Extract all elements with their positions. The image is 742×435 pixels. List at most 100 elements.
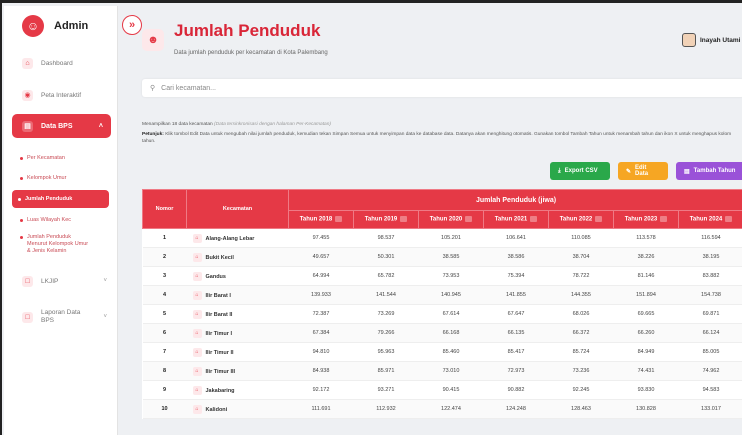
remove-year-icon[interactable]: [660, 216, 668, 223]
avatar: [682, 33, 696, 47]
submenu-label: Jumlah Penduduk: [25, 196, 73, 202]
column-header-year: Tahun 2023: [613, 210, 679, 229]
page-header: ☻ Jumlah Penduduk Data jumlah penduduk p…: [142, 21, 742, 61]
table-row: 2 ⌂ Bukit Kecil 49.657 50.301 38.585 38.586 38.…: [142, 247, 742, 267]
submenu-item-per-kecamatan[interactable]: Per Kecamatan: [20, 148, 117, 168]
row-number: 6: [142, 323, 187, 343]
remove-year-icon[interactable]: [595, 216, 603, 223]
sidebar-item-laporan[interactable]: □ Laporan Data BPS ˅: [4, 300, 117, 334]
year-label: Tahun 2018: [299, 216, 333, 223]
kecamatan-cell: ⌂ Ilir Barat II: [186, 304, 289, 324]
population-cell: 85.460: [418, 342, 484, 362]
submenu-label: Per Kecamatan: [27, 155, 65, 161]
kecamatan-name: Ilir Timur III: [205, 368, 236, 375]
remove-year-icon[interactable]: [465, 216, 473, 223]
chevron-down-icon: ˅: [103, 278, 107, 284]
column-header-year: Tahun 2019: [353, 210, 419, 229]
add-year-button[interactable]: ▤ Tambah Tahun: [676, 162, 742, 180]
row-number: 9: [142, 380, 187, 400]
population-cell: 106.641: [483, 228, 549, 248]
population-cell: 38.226: [613, 247, 679, 267]
population-cell: 154.738: [678, 285, 742, 305]
row-number: 8: [142, 361, 187, 381]
user-menu[interactable]: Inayah Utami: [682, 33, 740, 47]
population-cell: 72.387: [288, 304, 354, 324]
population-cell: 74.962: [678, 361, 742, 381]
year-label: Tahun 2024: [689, 216, 723, 223]
population-cell: 66.372: [548, 323, 614, 343]
kecamatan-name: Gandus: [205, 273, 226, 280]
submenu-label: Luas Wilayah Kec: [27, 217, 72, 223]
population-cell: 69.665: [613, 304, 679, 324]
sidebar-item-label: Dashboard: [41, 59, 73, 67]
kecamatan-name: Jakabaring: [205, 387, 235, 394]
sidebar-toggle-button[interactable]: »: [122, 15, 142, 35]
bullet-icon: [20, 156, 23, 160]
sidebar-item-label: Peta Interaktif: [41, 91, 82, 99]
sidebar-item-label: Data BPS: [41, 122, 73, 130]
submenu-item-penduduk-kelompok-umur[interactable]: Jumlah Penduduk Menurut Kelompok Umur & …: [20, 230, 117, 262]
kecamatan-name: Ilir Timur II: [205, 349, 234, 356]
population-cell: 73.269: [353, 304, 419, 324]
population-cell: 128.463: [548, 399, 614, 419]
sidebar-nav: ⌂ Dashboard ◉ Peta Interaktif ▤ Data BPS…: [4, 46, 117, 148]
kecamatan-cell: ⌂ Jakabaring: [186, 380, 289, 400]
download-icon: ⤓: [558, 167, 561, 174]
population-cell: 75.394: [483, 266, 549, 286]
submenu-label: Kelompok Umur: [27, 175, 67, 181]
sidebar-item-data-bps[interactable]: ▤ Data BPS ˄: [12, 114, 111, 138]
kecamatan-name: Alang-Alang Lebar: [205, 235, 255, 242]
population-table: Nomor Kecamatan Jumlah Penduduk (jiwa) T…: [142, 189, 742, 419]
search-icon: ⚲: [150, 85, 156, 92]
sidebar-nav-bottom: □ LKJIP ˅ □ Laporan Data BPS ˅: [4, 262, 117, 344]
kecamatan-name: Ilir Barat I: [205, 292, 231, 299]
population-cell: 93.271: [353, 380, 419, 400]
population-cell: 84.949: [613, 342, 679, 362]
remove-year-icon[interactable]: [725, 216, 733, 223]
remove-year-icon[interactable]: [335, 216, 343, 223]
button-label: Tambah Tahun: [693, 168, 736, 174]
search-input[interactable]: ⚲ Cari kecamatan...: [142, 79, 742, 97]
column-header-year: Tahun 2020: [418, 210, 484, 229]
submenu-item-luas-wilayah[interactable]: Luas Wilayah Kec: [20, 210, 117, 230]
population-cell: 93.830: [613, 380, 679, 400]
kecamatan-cell: ⌂ Ilir Timur II: [186, 342, 289, 362]
district-icon: ⌂: [192, 233, 202, 243]
population-cell: 66.260: [613, 323, 679, 343]
kecamatan-cell: ⌂ Ilir Timur III: [186, 361, 289, 381]
table-row: 10 ⌂ Kalidoni 111.691 112.932 122.474 124.248 1…: [142, 399, 742, 419]
population-cell: 85.971: [353, 361, 419, 381]
year-label: Tahun 2021: [494, 216, 528, 223]
row-number: 3: [142, 266, 187, 286]
sidebar-item-lkjip[interactable]: □ LKJIP ˅: [4, 268, 117, 294]
population-cell: 122.474: [418, 399, 484, 419]
population-cell: 92.172: [288, 380, 354, 400]
sidebar-item-peta[interactable]: ◉ Peta Interaktif: [4, 82, 117, 108]
kecamatan-cell: ⌂ Ilir Barat I: [186, 285, 289, 305]
user-logo-icon: ☺: [22, 15, 44, 37]
sync-note: (Data tersinkronisasi dengan halaman Per…: [214, 122, 331, 127]
row-number: 1: [142, 228, 187, 248]
user-name: Inayah Utami: [700, 36, 741, 44]
population-cell: 98.537: [353, 228, 419, 248]
column-header-kecamatan: Kecamatan: [186, 189, 289, 229]
submenu-item-kelompok-umur[interactable]: Kelompok Umur: [20, 168, 117, 188]
remove-year-icon[interactable]: [400, 216, 408, 223]
population-cell: 94.583: [678, 380, 742, 400]
submenu-data-bps: Per Kecamatan Kelompok Umur Jumlah Pendu…: [4, 148, 117, 262]
kecamatan-name: Ilir Timur I: [205, 330, 233, 337]
table-row: 6 ⌂ Ilir Timur I 67.384 79.266 66.168 66.135 66…: [142, 323, 742, 343]
population-cell: 72.973: [483, 361, 549, 381]
edit-data-button[interactable]: ✎ Edit Data: [618, 162, 668, 180]
population-cell: 90.415: [418, 380, 484, 400]
population-cell: 64.994: [288, 266, 354, 286]
remove-year-icon[interactable]: [530, 216, 538, 223]
population-cell: 130.828: [613, 399, 679, 419]
home-icon: ⌂: [22, 57, 33, 69]
export-csv-button[interactable]: ⤓ Export CSV: [550, 162, 610, 180]
map-pin-icon: ◉: [22, 89, 33, 101]
double-chevron-right-icon: »: [128, 19, 136, 31]
district-icon: ⌂: [192, 347, 202, 357]
sidebar-item-dashboard[interactable]: ⌂ Dashboard: [4, 50, 117, 76]
submenu-item-jumlah-penduduk[interactable]: Jumlah Penduduk: [12, 190, 109, 208]
